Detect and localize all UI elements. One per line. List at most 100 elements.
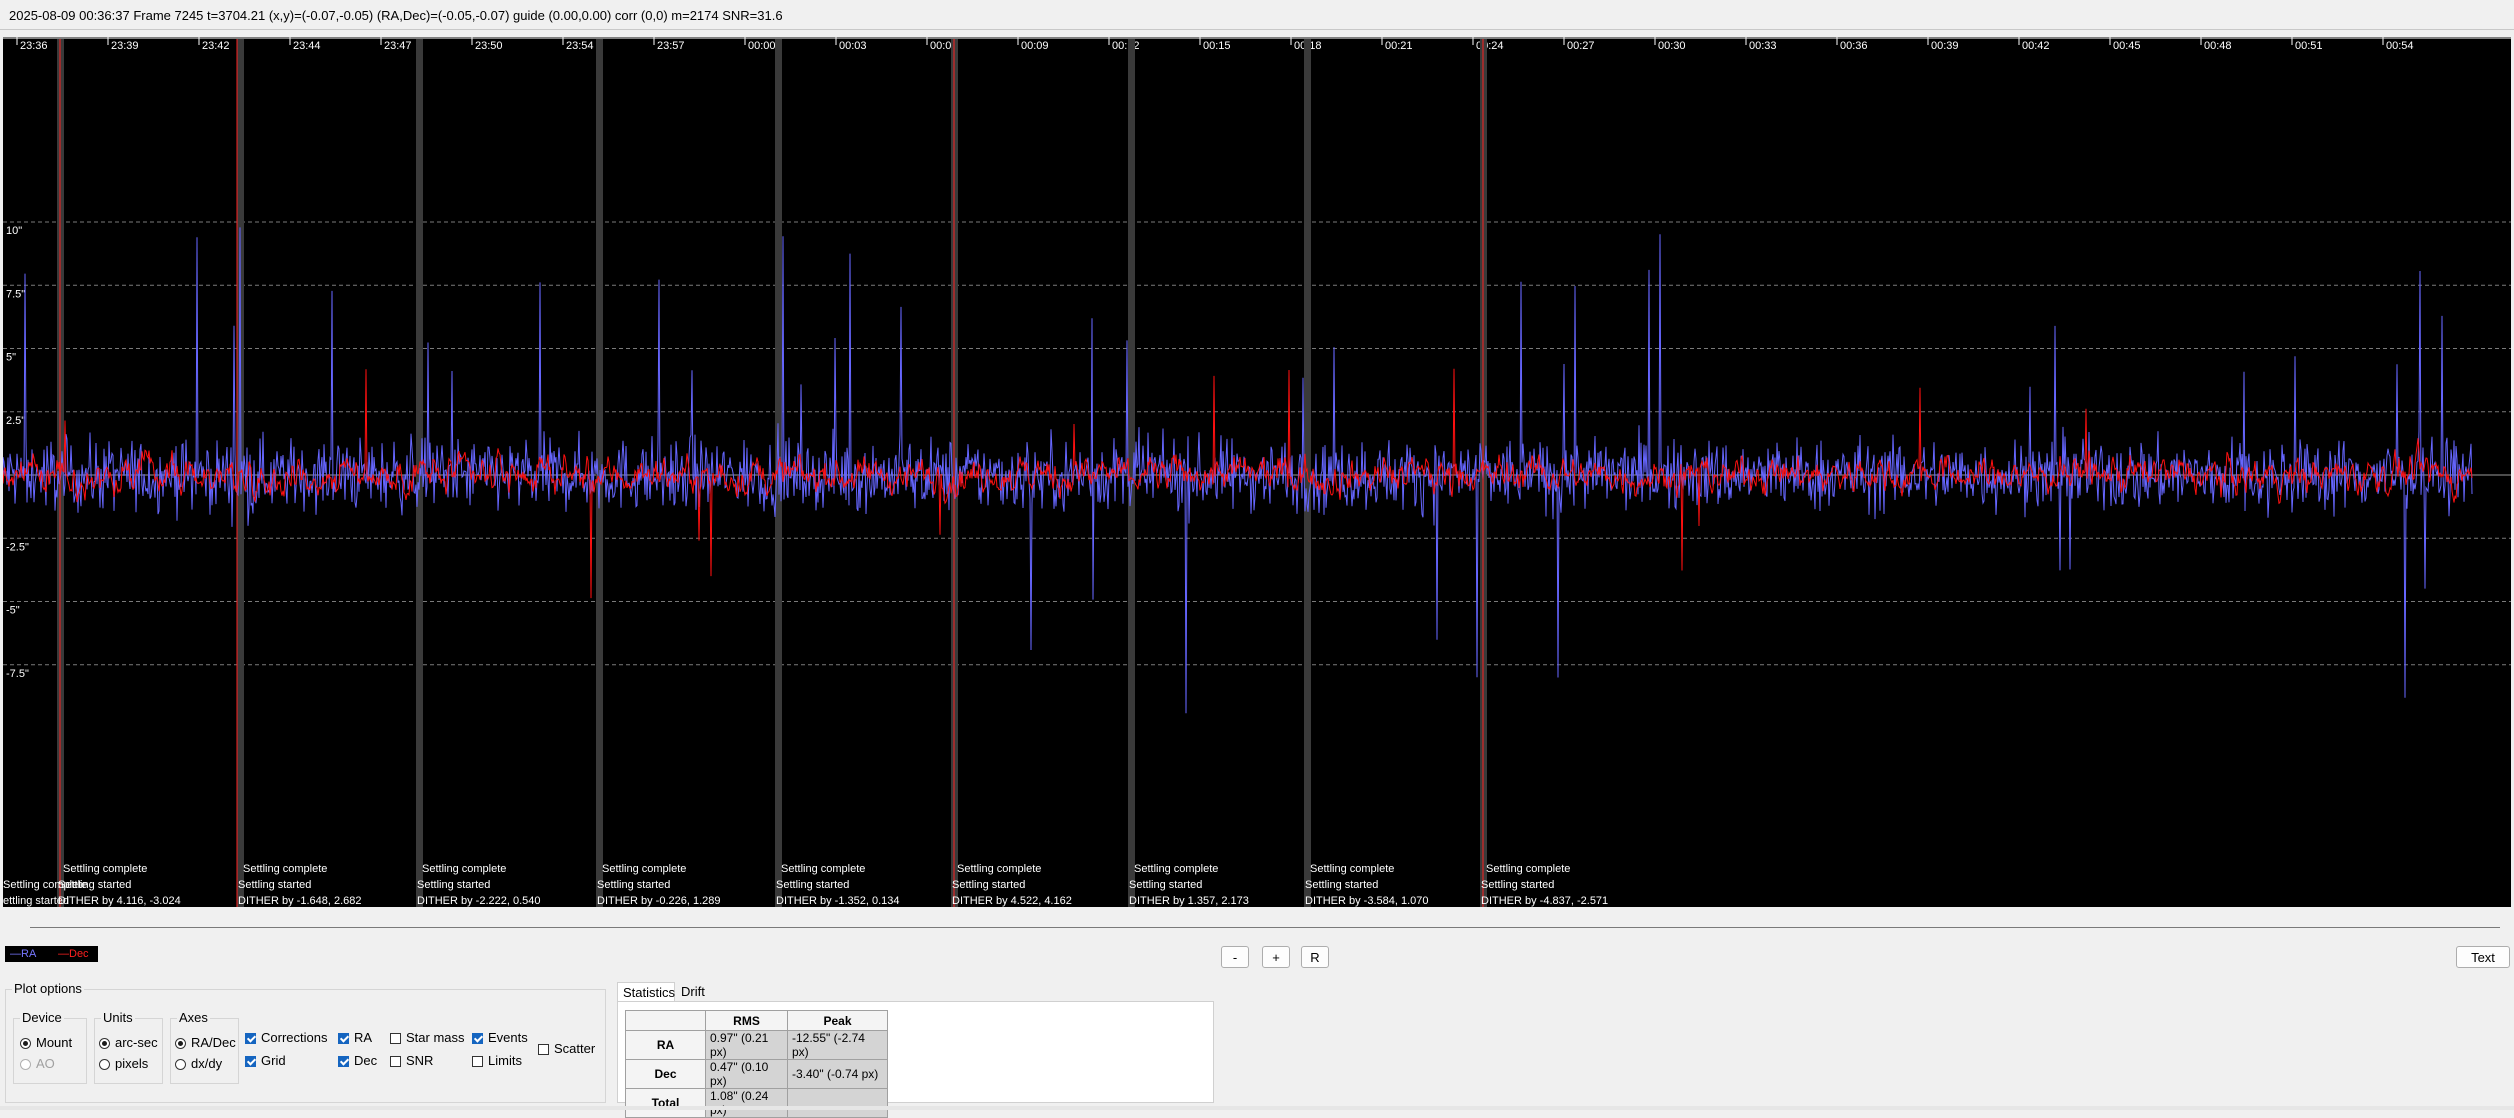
event-dither: DITHER by -2.222, 0.540 [417,895,541,907]
grid-check[interactable] [245,1056,256,1067]
time-tick-label: 00:51 [2295,40,2323,52]
event-dither: DITHER by 1.357, 2.173 [1129,895,1249,907]
axes-dxdy-radio[interactable] [175,1059,186,1070]
rms-cell: 0.47" (0.10 px) [705,1059,788,1089]
grid-checkbox[interactable]: Grid [245,1053,286,1069]
star-mass-check[interactable] [390,1033,401,1044]
time-tick-label: 00:12 [1112,40,1140,52]
limits-checkbox[interactable]: Limits [472,1053,522,1069]
event-settling-started: Settling started [1481,879,1554,891]
axes-radec-option[interactable]: RA/Dec [175,1035,236,1051]
table-row: RA 0.97" (0.21 px) -12.55" (-2.74 px) [625,1030,888,1060]
time-tick-label: 00:09 [1021,40,1049,52]
time-tick-label: 00:30 [1658,40,1686,52]
event-settling-complete: Settling complete [602,863,686,875]
zoom-in-button[interactable]: + [1262,946,1290,968]
y-tick-label: 7.5" [6,288,25,300]
table-header [625,1010,706,1031]
y-tick-label: -5" [6,605,20,617]
graph-legend: —RA —Dec [5,946,98,962]
event-settling-started: Settling started [417,879,490,891]
event-settling-started: Settling started [776,879,849,891]
window-bottom-edge [0,1106,2514,1110]
legend-ra: —RA [10,948,37,960]
units-label: Units [101,1010,135,1025]
events-checkbox[interactable]: Events [472,1030,528,1046]
time-tick-label: 00:54 [2386,40,2414,52]
peak-cell [787,1088,888,1118]
plot-options-title: Plot options [12,981,84,996]
snr-check[interactable] [390,1056,401,1067]
event-settling-complete: Settling complete [1310,863,1394,875]
units-pixels-radio[interactable] [99,1059,110,1070]
snr-checkbox[interactable]: SNR [390,1053,433,1069]
event-settling-started: Settling started [238,879,311,891]
y-tick-label: 5" [6,352,16,364]
row-label: Dec [625,1059,706,1089]
table-header: Peak [787,1010,888,1031]
axes-radec-radio[interactable] [175,1038,186,1049]
y-tick-label: -2.5" [6,541,29,553]
time-tick-label: 00:45 [2113,40,2141,52]
dec-checkbox[interactable]: Dec [338,1053,377,1069]
events-check[interactable] [472,1033,483,1044]
dec-check[interactable] [338,1056,349,1067]
corrections-check[interactable] [245,1033,256,1044]
device-ao-option: AO [20,1056,55,1072]
units-arcsec-radio[interactable] [99,1038,110,1049]
event-settling-complete: Settling complete [1134,863,1218,875]
device-mount-radio[interactable] [20,1038,31,1049]
guide-graph-canvas[interactable]: 10" 7.5" 5" 2.5" -2.5" -5" -7.5" 23:36 23:39 23:4… [3,37,2511,907]
event-settling-started: Settling started [1129,879,1202,891]
row-label: RA [625,1030,706,1060]
event-dither: DITHER by -1.352, 0.134 [776,895,900,907]
table-header: RMS [705,1010,788,1031]
tab-statistics[interactable]: Statistics [617,982,675,1002]
limits-check[interactable] [472,1056,483,1067]
scatter-checkbox[interactable]: Scatter [538,1041,595,1057]
time-tick-label: 23:50 [475,40,503,52]
graph-scrollbar[interactable] [30,927,2500,928]
statistics-table: RMS Peak RA 0.97" (0.21 px) -12.55" (-2.… [625,1010,888,1118]
table-row: Total 1.08" (0.24 px) [625,1088,888,1118]
text-button[interactable]: Text [2456,946,2510,968]
device-ao-radio [20,1059,31,1070]
axes-dxdy-option[interactable]: dx/dy [175,1056,222,1072]
guide-graph[interactable]: 10" 7.5" 5" 2.5" -2.5" -5" -7.5" 23:36 23:39 23:4… [3,37,2511,907]
time-tick-label: 23:47 [384,40,412,52]
time-tick-label: 23:36 [20,40,48,52]
units-group: Units [94,1010,163,1084]
units-pixels-option[interactable]: pixels [99,1056,148,1072]
zoom-out-button[interactable]: - [1221,946,1249,968]
event-dither: DITHER by -4.837, -2.571 [1481,895,1608,907]
status-bar: 2025-08-09 00:36:37 Frame 7245 t=3704.21… [0,0,2514,30]
peak-cell: -12.55" (-2.74 px) [787,1030,888,1060]
time-tick-label: 00:21 [1385,40,1413,52]
status-text: 2025-08-09 00:36:37 Frame 7245 t=3704.21… [9,8,783,23]
device-group: Device [13,1010,87,1084]
ra-series [3,227,2473,714]
event-dither: DITHER by -0.226, 1.289 [597,895,721,907]
tab-drift[interactable]: Drift [676,982,716,1002]
rms-cell: 0.97" (0.21 px) [705,1030,788,1060]
units-arcsec-option[interactable]: arc-sec [99,1035,158,1051]
ra-check[interactable] [338,1033,349,1044]
table-row: Dec 0.47" (0.10 px) -3.40" (-0.74 px) [625,1059,888,1089]
reset-button[interactable]: R [1301,946,1329,968]
event-settling-started: Settling started [597,879,670,891]
event-dither: DITHER by -3.584, 1.070 [1305,895,1429,907]
time-tick-label: 00:36 [1840,40,1868,52]
event-settling-complete: Settling complete [957,863,1041,875]
event-settling-started: Settling started [952,879,1025,891]
time-tick-label: 00:00 [748,40,776,52]
device-mount-option[interactable]: Mount [20,1035,72,1051]
time-tick-label: 00:15 [1203,40,1231,52]
time-tick-label: 00:42 [2022,40,2050,52]
time-tick-label: 00:39 [1931,40,1959,52]
star-mass-checkbox[interactable]: Star mass [390,1030,465,1046]
ra-checkbox[interactable]: RA [338,1030,372,1046]
event-settling-complete: Settling complete [3,879,87,891]
scatter-check[interactable] [538,1044,549,1055]
corrections-checkbox[interactable]: Corrections [245,1030,327,1046]
time-tick-label: 00:33 [1749,40,1777,52]
